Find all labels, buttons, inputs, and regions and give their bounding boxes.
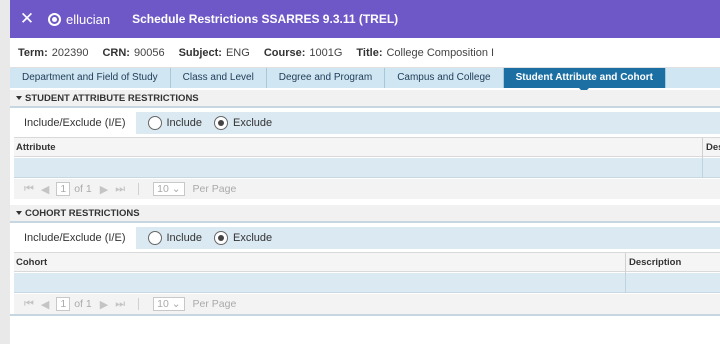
term-label: Term: [18, 46, 48, 59]
last-page-icon[interactable]: ⏭ [115, 297, 125, 311]
cohort-section-header[interactable]: COHORT RESTRICTIONS [10, 205, 720, 223]
first-page-icon[interactable]: ⏮ [24, 297, 34, 311]
first-page-icon[interactable]: ⏮ [24, 182, 34, 196]
close-icon[interactable]: ✕ [10, 9, 44, 29]
next-page-icon[interactable]: ▶ [100, 298, 108, 311]
course-value: 1001G [309, 46, 343, 59]
column-cohort[interactable]: Cohort [14, 253, 47, 273]
previous-page-icon[interactable]: ◀ [41, 298, 49, 311]
cohort-grid-header: Cohort Description [14, 252, 720, 273]
course-label: Course: [263, 46, 306, 59]
column-divider [702, 158, 703, 178]
per-page-select[interactable]: 10 ⌄ [153, 182, 185, 196]
attribute-ie-label: Include/Exclude (I/E) [14, 112, 136, 134]
page-number-input[interactable]: 1 [56, 182, 71, 196]
column-attribute[interactable]: Attribute [14, 138, 56, 158]
radio-checked-icon [213, 116, 228, 130]
per-page-label: Per Page [192, 183, 237, 195]
left-border [0, 0, 10, 344]
crn-value: 90056 [133, 46, 165, 59]
column-divider [625, 253, 626, 273]
cohort-ie-label: Include/Exclude (I/E) [14, 227, 136, 249]
column-divider [702, 138, 703, 158]
last-page-icon[interactable]: ⏭ [115, 182, 125, 196]
attribute-pager: ⏮ ◀ 1 of 1 ▶ ⏭ 10 ⌄ Per Page [14, 179, 720, 199]
radio-unchecked-icon [147, 116, 162, 130]
attribute-include-label: Include [166, 117, 202, 129]
collapse-caret-icon [16, 96, 22, 100]
title-value: College Composition I [386, 46, 495, 59]
collapse-caret-icon [16, 211, 22, 215]
cohort-exclude-label: Exclude [232, 232, 273, 244]
cohort-section-title: COHORT RESTRICTIONS [25, 208, 140, 219]
cohort-include-label: Include [166, 232, 202, 244]
tab-department-field-of-study[interactable]: Department and Field of Study [10, 68, 171, 88]
title-label: Title: [356, 46, 383, 59]
section-bottom-border [10, 314, 720, 316]
app-header: ✕ ellucian Schedule Restrictions SSARRES… [10, 0, 720, 38]
per-page-label: Per Page [192, 298, 237, 310]
column-divider [625, 273, 626, 293]
per-page-select[interactable]: 10 ⌄ [153, 297, 185, 311]
cohort-table-row[interactable] [14, 273, 720, 293]
ellucian-logo[interactable]: ellucian [48, 12, 110, 27]
attribute-section-header[interactable]: STUDENT ATTRIBUTE RESTRICTIONS [10, 90, 720, 108]
previous-page-icon[interactable]: ◀ [41, 183, 49, 196]
crn-label: CRN: [102, 46, 130, 59]
column-description[interactable]: Des [704, 138, 720, 158]
page-title: Schedule Restrictions SSARRES 9.3.11 (TR… [132, 12, 399, 26]
cohort-exclude-radio[interactable]: Exclude [213, 231, 273, 245]
attribute-exclude-radio[interactable]: Exclude [213, 116, 273, 130]
tab-class-and-level[interactable]: Class and Level [171, 68, 267, 88]
attribute-table-row[interactable] [14, 158, 720, 178]
tab-campus-and-college[interactable]: Campus and College [385, 68, 504, 88]
radio-unchecked-icon [147, 231, 162, 245]
attribute-exclude-label: Exclude [232, 117, 273, 129]
attribute-include-exclude: Include/Exclude (I/E) Include Exclude [14, 112, 720, 134]
tab-bar: Department and Field of Study Class and … [10, 68, 720, 93]
cohort-pager: ⏮ ◀ 1 of 1 ▶ ⏭ 10 ⌄ Per Page [14, 294, 720, 314]
next-page-icon[interactable]: ▶ [100, 183, 108, 196]
logo-text: ellucian [66, 11, 111, 27]
column-description[interactable]: Description [627, 253, 681, 273]
ellucian-logo-icon [48, 12, 61, 26]
tab-student-attribute-and-cohort[interactable]: Student Attribute and Cohort [503, 68, 666, 93]
key-block: Term: 202390 CRN: 90056 Subject: ENG Cou… [10, 38, 720, 68]
page-of-text: of 1 [74, 298, 92, 310]
cohort-include-radio[interactable]: Include [147, 231, 202, 245]
tab-degree-and-program[interactable]: Degree and Program [267, 68, 386, 88]
pager-divider [138, 298, 140, 310]
subject-value: ENG [225, 46, 250, 59]
radio-checked-icon [213, 231, 228, 245]
page-number-input[interactable]: 1 [56, 297, 71, 311]
attribute-section-title: STUDENT ATTRIBUTE RESTRICTIONS [25, 93, 199, 104]
cohort-include-exclude: Include/Exclude (I/E) Include Exclude [14, 227, 720, 249]
subject-label: Subject: [178, 46, 222, 59]
page-of-text: of 1 [74, 183, 92, 195]
pager-divider [138, 183, 140, 195]
term-value: 202390 [51, 46, 89, 59]
attribute-include-radio[interactable]: Include [147, 116, 202, 130]
attribute-grid-header: Attribute Des [14, 137, 720, 158]
